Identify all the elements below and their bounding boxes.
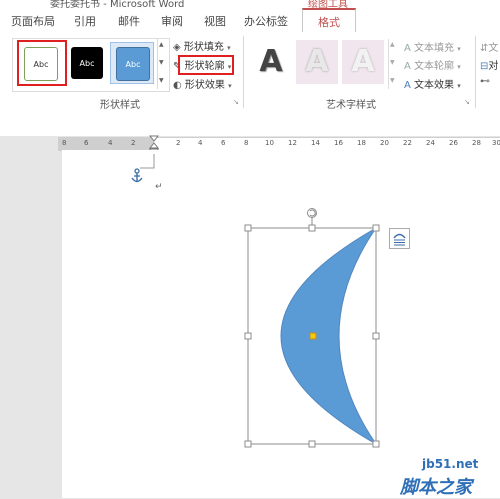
- moon-shape[interactable]: [240, 204, 390, 454]
- dropdown-arrow-icon: ▾: [227, 44, 231, 52]
- ruler-tick: 12: [288, 139, 297, 147]
- tab-mailings[interactable]: 邮件: [118, 13, 140, 29]
- ribbon-tabs: 页面布局 引用 邮件 审阅 视图 办公标签: [0, 8, 500, 33]
- text-corner-mark: [140, 154, 155, 169]
- moon-fill: [280, 227, 377, 445]
- group-separator: [475, 36, 476, 108]
- link-icon: ⊷: [480, 76, 490, 87]
- ruler-margin: [58, 138, 154, 150]
- text-direction-button[interactable]: ⇵文: [480, 39, 498, 54]
- align-text-button[interactable]: ⊟对: [480, 57, 498, 72]
- text-outline-label: 文本轮廓: [414, 61, 455, 72]
- highlight-box-shape-style: [17, 40, 67, 86]
- ruler-tick: 24: [426, 139, 435, 147]
- dropdown-arrow-icon: ▾: [228, 82, 232, 90]
- create-link-button[interactable]: ⊷: [480, 76, 490, 87]
- ruler-tick: 30: [492, 139, 500, 147]
- text-fill-icon: A: [404, 43, 411, 54]
- ruler-tick: 4: [198, 139, 203, 147]
- resize-handle[interactable]: [244, 332, 252, 340]
- ruler-tick: 4: [108, 139, 113, 147]
- ribbon-spacer: [0, 110, 500, 136]
- resize-handle[interactable]: [372, 332, 380, 340]
- gallery-scroll[interactable]: ▲ ▼ ▼: [157, 39, 167, 89]
- align-text-label: 对: [488, 61, 499, 72]
- wordart-gallery-scroll[interactable]: ▲ ▼ ▼: [388, 39, 398, 89]
- tab-page-layout[interactable]: 页面布局: [11, 13, 55, 29]
- highlight-box-shape-outline: [178, 55, 234, 75]
- ruler-tick: 10: [265, 139, 274, 147]
- ruler-tick: 6: [221, 139, 226, 147]
- text-outline-button[interactable]: A 文本轮廓 ▾: [404, 57, 461, 72]
- watermark-site: jb51.net: [422, 457, 479, 471]
- tab-view[interactable]: 视图: [204, 13, 226, 29]
- resize-handle[interactable]: [308, 224, 316, 232]
- ruler-tick: 16: [334, 139, 343, 147]
- resize-handle[interactable]: [308, 440, 316, 448]
- shape-effects-button[interactable]: ◐ 形状效果 ▾: [173, 76, 232, 91]
- ruler-tick: 8: [62, 139, 67, 147]
- wordart-style-light[interactable]: A: [298, 42, 336, 82]
- ruler-tick: 8: [244, 139, 249, 147]
- window-title: 委托委托书 - Microsoft Word: [50, 0, 185, 8]
- text-fill-label: 文本填充: [414, 43, 455, 54]
- dropdown-arrow-icon: ▾: [457, 82, 461, 90]
- gallery-more-icon[interactable]: ▼: [390, 77, 395, 84]
- shape-styles-group-label: 形状样式: [100, 100, 140, 111]
- gallery-down-icon[interactable]: ▼: [159, 59, 164, 66]
- tab-format[interactable]: 格式: [302, 8, 356, 33]
- title-bar: 委托委托书 - Microsoft Word 绘图工具: [0, 0, 500, 8]
- wordart-styles-group-label: 艺术字样式: [326, 100, 376, 111]
- layout-options-icon[interactable]: [389, 228, 411, 250]
- paragraph-mark: ↵: [155, 182, 163, 192]
- text-outline-icon: A: [404, 61, 411, 72]
- wordart-style-outline[interactable]: A: [344, 42, 382, 82]
- adjust-handle[interactable]: [309, 332, 317, 340]
- ruler-tick: 22: [403, 139, 412, 147]
- resize-handle[interactable]: [372, 440, 380, 448]
- resize-handle[interactable]: [244, 224, 252, 232]
- paint-bucket-icon: ◈: [173, 42, 181, 53]
- shape-fill-label: 形状填充: [183, 42, 224, 53]
- ruler-tick: 14: [311, 139, 320, 147]
- dropdown-arrow-icon: ▾: [457, 63, 461, 71]
- tab-office-tabs[interactable]: 办公标签: [244, 13, 288, 29]
- text-effects-icon: A: [404, 80, 411, 91]
- ruler-tick: 26: [449, 139, 458, 147]
- gallery-down-icon[interactable]: ▼: [390, 59, 395, 66]
- gallery-up-icon[interactable]: ▲: [390, 41, 395, 48]
- ruler-tick: 6: [84, 139, 89, 147]
- gallery-more-icon[interactable]: ▼: [159, 77, 164, 84]
- text-effects-button[interactable]: A 文本效果 ▾: [404, 76, 461, 91]
- dialog-launcher-icon[interactable]: ↘: [233, 98, 239, 106]
- dialog-launcher-icon[interactable]: ↘: [464, 98, 470, 106]
- shape-style-thumb-blue[interactable]: Abc: [116, 47, 150, 81]
- shape-fill-button[interactable]: ◈ 形状填充 ▾: [173, 38, 231, 53]
- group-separator: [243, 36, 244, 108]
- ruler-tick: 2: [131, 139, 136, 147]
- watermark-brand: 脚本之家: [400, 477, 472, 498]
- horizontal-ruler[interactable]: 8 6 4 2 2 4 6 8 10 12 14 16 18 20 22 24 …: [58, 137, 500, 151]
- resize-handle[interactable]: [372, 224, 380, 232]
- context-tab-group-label: 绘图工具: [308, 0, 348, 8]
- ruler-tick: 28: [472, 139, 481, 147]
- text-direction-label: 文: [488, 43, 499, 54]
- shape-style-thumb-black[interactable]: Abc: [71, 47, 103, 79]
- ruler-tick: 2: [176, 139, 181, 147]
- gallery-up-icon[interactable]: ▲: [159, 41, 164, 48]
- tab-references[interactable]: 引用: [74, 13, 96, 29]
- wordart-style-dark[interactable]: A: [252, 42, 290, 82]
- resize-handle[interactable]: [244, 440, 252, 448]
- ruler-tick: 18: [357, 139, 366, 147]
- shape-effects-icon: ◐: [173, 80, 182, 91]
- tab-review[interactable]: 审阅: [161, 13, 183, 29]
- text-fill-button[interactable]: A 文本填充 ▾: [404, 39, 461, 54]
- shape-effects-label: 形状效果: [184, 80, 225, 91]
- text-effects-label: 文本效果: [414, 80, 455, 91]
- dropdown-arrow-icon: ▾: [457, 45, 461, 53]
- ruler-tick: 20: [380, 139, 389, 147]
